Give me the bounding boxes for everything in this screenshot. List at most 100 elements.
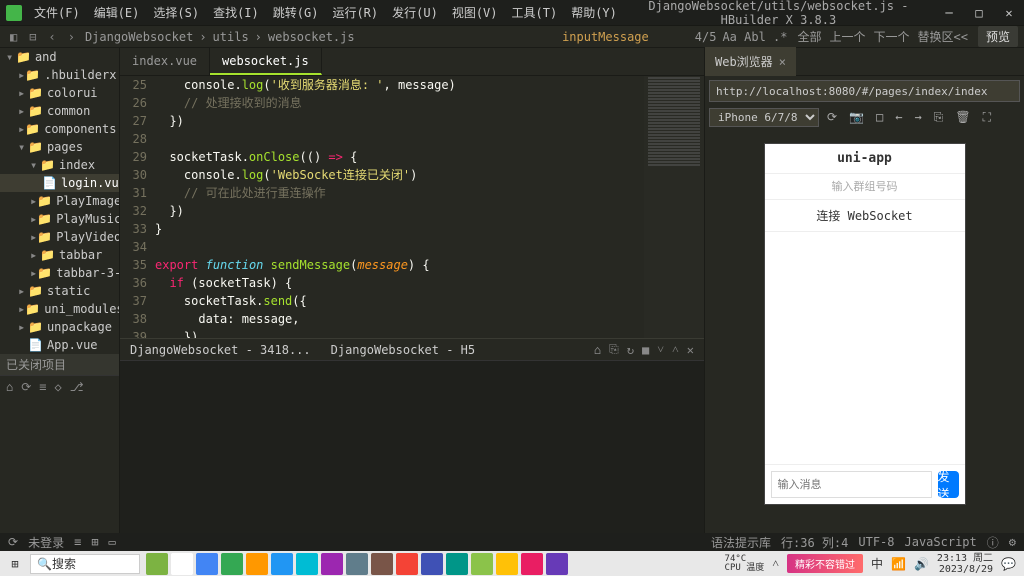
close-button[interactable]: ✕ (994, 0, 1024, 26)
taskbar-app[interactable] (371, 553, 393, 575)
preview-button[interactable]: 预览 (978, 26, 1018, 47)
tree-item[interactable]: ▾📁pages (0, 138, 119, 156)
taskbar-app[interactable] (496, 553, 518, 575)
close-icon[interactable]: × (779, 55, 786, 69)
console-tab-2[interactable]: DjangoWebsocket - H5 (331, 343, 476, 357)
trash-icon[interactable]: 🗑 (951, 110, 974, 124)
taskbar-app[interactable] (246, 553, 268, 575)
tree-item[interactable]: ▸📁common (0, 102, 119, 120)
temp-widget[interactable]: 74°C CPU 温度 (725, 555, 765, 573)
tray-up-icon[interactable]: ˄ (772, 556, 779, 571)
menu-item[interactable]: 运行(R) (326, 4, 384, 21)
volume-icon[interactable]: 🔊 (914, 557, 929, 571)
rotate-icon[interactable]: ⟳ (823, 110, 841, 124)
taskbar-app[interactable] (471, 553, 493, 575)
box-icon[interactable]: □ (872, 110, 887, 124)
find-options[interactable]: Aa Abl .* (722, 30, 787, 44)
menu-item[interactable]: 视图(V) (446, 4, 504, 21)
tree-item[interactable]: ▸📁PlayVideo (0, 228, 119, 246)
menu-item[interactable]: 编辑(E) (88, 4, 146, 21)
taskbar-app[interactable] (321, 553, 343, 575)
terminal-icon[interactable]: ⌂ (6, 380, 13, 394)
tree-item[interactable]: ▸📁colorui (0, 84, 119, 102)
console-output[interactable] (120, 361, 704, 533)
forward-icon[interactable]: › (64, 30, 79, 44)
taskbar-app[interactable] (271, 553, 293, 575)
ime-icon[interactable]: 中 (871, 555, 883, 572)
menu-item[interactable]: 跳转(G) (267, 4, 325, 21)
maximize-button[interactable]: □ (964, 0, 994, 26)
url-input[interactable] (709, 80, 1020, 102)
console-up-icon[interactable]: ˄ (672, 342, 679, 357)
screenshot-icon[interactable]: 📷 (845, 110, 868, 124)
list-icon[interactable]: ≡ (74, 535, 81, 549)
tree-item[interactable]: ▸📁components (0, 120, 119, 138)
tree-item[interactable]: 📄login.vue (0, 174, 119, 192)
login-status[interactable]: 未登录 (28, 534, 64, 551)
sync-icon[interactable]: ⟳ (21, 380, 31, 394)
menu-item[interactable]: 工具(T) (506, 4, 564, 21)
console-close-icon[interactable]: ✕ (687, 343, 694, 357)
minimize-button[interactable]: ─ (934, 0, 964, 26)
editor-tab[interactable]: index.vue (120, 48, 210, 75)
back-icon[interactable]: ‹ (44, 30, 59, 44)
wifi-icon[interactable]: 📶 (891, 557, 906, 571)
tree-item[interactable]: ▾📁index (0, 156, 119, 174)
console-restart-icon[interactable]: ↻ (627, 343, 634, 357)
tag-icon[interactable]: ◇ (55, 380, 62, 394)
clock[interactable]: 23:13 周二 2023/8/29 (937, 553, 993, 575)
send-button[interactable]: 发送 (938, 471, 959, 498)
tree-item[interactable]: ▸📁PlayMusic (0, 210, 119, 228)
menu-item[interactable]: 查找(I) (207, 4, 265, 21)
tree-item[interactable]: ▸📁uni_modules (0, 300, 119, 318)
syntax-hint[interactable]: 语法提示库 (711, 534, 771, 551)
next-icon[interactable]: → (910, 110, 925, 124)
tree-item[interactable]: ▾📁and (0, 48, 119, 66)
tree-item[interactable]: ▸📁PlayImage (0, 192, 119, 210)
tree-item[interactable]: ▸📁tabbar (0, 246, 119, 264)
copy-icon[interactable]: ⎘ (930, 110, 948, 125)
terminal-icon[interactable]: ▭ (109, 535, 116, 549)
closed-projects[interactable]: 已关闭项目 (0, 354, 119, 375)
menu-item[interactable]: 文件(F) (28, 4, 86, 21)
taskbar-app[interactable] (221, 553, 243, 575)
taskbar-app[interactable] (171, 553, 193, 575)
collapse-icon[interactable]: ⊟ (25, 30, 40, 44)
minimap[interactable] (644, 76, 704, 338)
preview-tab[interactable]: Web浏览器× (705, 47, 796, 76)
start-button[interactable]: ⊞ (0, 551, 30, 576)
prev-icon[interactable]: ← (891, 110, 906, 124)
crumb[interactable]: websocket.js (268, 30, 355, 44)
language[interactable]: JavaScript (905, 535, 977, 549)
console-stop-icon[interactable]: ■ (642, 343, 649, 357)
taskbar-app[interactable] (146, 553, 168, 575)
console-copy-icon[interactable]: ⎘ (609, 342, 619, 357)
tree-item[interactable]: ▸📁static (0, 282, 119, 300)
menu-item[interactable]: 帮助(Y) (565, 4, 623, 21)
encoding[interactable]: UTF-8 (858, 535, 894, 549)
find-nav[interactable]: 上一个 (830, 30, 866, 44)
grid-icon[interactable]: ⊞ (91, 535, 98, 549)
menu-item[interactable]: 发行(U) (386, 4, 444, 21)
crumb[interactable]: DjangoWebsocket (85, 30, 193, 44)
device-select[interactable]: iPhone 6/7/8 (709, 108, 819, 127)
console-home-icon[interactable]: ⌂ (594, 343, 601, 357)
taskbar-app[interactable] (421, 553, 443, 575)
taskbar-app[interactable] (346, 553, 368, 575)
crumb[interactable]: utils (213, 30, 249, 44)
code-content[interactable]: console.log('收到服务器消息: ', message) // 处理接… (155, 76, 644, 338)
notification-icon[interactable]: 💬 (1001, 557, 1016, 571)
tree-item[interactable]: 📄App.vue (0, 336, 119, 354)
tree-item[interactable]: ▸📁tabbar-3-detial (0, 264, 119, 282)
taskbar-app[interactable] (546, 553, 568, 575)
tree-item[interactable]: ▸📁.hbuilderx (0, 66, 119, 84)
promo-badge[interactable]: 精彩不容错过 (787, 554, 863, 573)
code-editor[interactable]: 252627282930313233343536373839404142 con… (120, 76, 704, 338)
search-box[interactable]: 🔍 搜索 (30, 554, 140, 574)
console-down-icon[interactable]: ˅ (657, 342, 664, 357)
git-icon[interactable]: ⎇ (70, 380, 84, 394)
expand-icon[interactable]: ⛶ (979, 110, 995, 125)
tree-item[interactable]: ▸📁unpackage (0, 318, 119, 336)
editor-tab[interactable]: websocket.js (210, 48, 322, 75)
find-nav[interactable]: 全部 (797, 30, 821, 44)
